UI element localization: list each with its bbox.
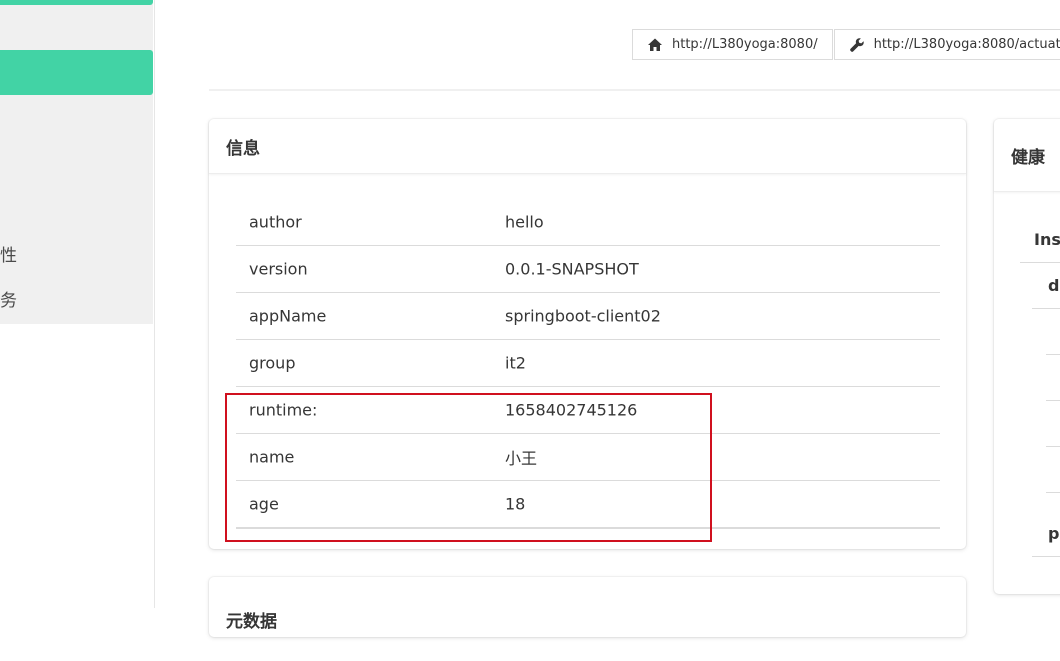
health-divider (1032, 308, 1060, 309)
info-value: 0.0.1-SNAPSHOT (505, 259, 639, 279)
health-card: 健康 Inst d p (994, 119, 1060, 594)
table-row: appName springboot-client02 (236, 293, 940, 340)
health-row-label: d (1048, 276, 1060, 295)
info-key: appName (249, 306, 327, 326)
info-value: hello (505, 212, 544, 232)
health-divider (1046, 492, 1060, 493)
table-row: author hello (236, 199, 940, 246)
table-row: group it2 (236, 340, 940, 387)
info-value: it2 (505, 353, 526, 373)
metadata-card: 元数据 (209, 577, 966, 637)
sidebar-accent-bar (0, 0, 153, 5)
health-divider (1020, 262, 1060, 263)
header-divider (209, 89, 1060, 91)
sidebar-menu-background (0, 0, 153, 324)
home-url-button[interactable]: http://L380yoga:8080/ (632, 29, 833, 60)
sidebar-item-properties[interactable]: 性 (0, 241, 17, 266)
health-row-label: p (1048, 524, 1060, 543)
health-divider (1046, 446, 1060, 447)
health-column-label: Inst (1034, 230, 1060, 249)
actuator-url-button[interactable]: http://L380yoga:8080/actuator (833, 29, 1060, 60)
home-icon (647, 37, 663, 53)
health-card-title: 健康 (994, 119, 1060, 192)
home-url-label: http://L380yoga:8080/ (672, 37, 818, 52)
health-divider (1032, 556, 1060, 557)
actuator-url-label: http://L380yoga:8080/actuator (873, 37, 1060, 52)
sidebar-item-tasks[interactable]: 务 (0, 286, 17, 311)
info-value: springboot-client02 (505, 306, 661, 326)
instance-links: http://L380yoga:8080/ http://L380yoga:80… (632, 29, 1060, 60)
metadata-card-title: 元数据 (226, 612, 277, 632)
health-divider (1046, 354, 1060, 355)
info-card-title: 信息 (209, 119, 966, 174)
info-key: author (249, 212, 302, 232)
sidebar-item-active[interactable] (0, 50, 153, 95)
info-key: group (249, 353, 296, 373)
info-key: version (249, 259, 308, 279)
table-row: version 0.0.1-SNAPSHOT (236, 246, 940, 293)
wrench-icon (849, 37, 865, 53)
health-divider (1046, 400, 1060, 401)
highlight-annotation-box (225, 393, 712, 542)
sidebar: 性 务 (0, 0, 155, 608)
